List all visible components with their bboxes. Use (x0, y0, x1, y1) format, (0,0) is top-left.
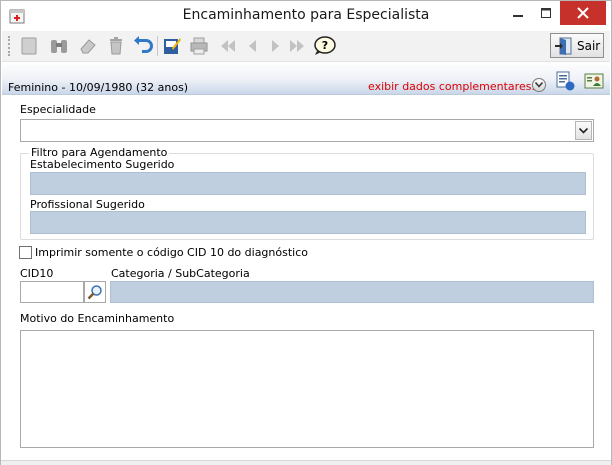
print-cid-only-checkbox[interactable] (19, 246, 32, 259)
print-button[interactable] (188, 35, 210, 57)
specialty-dropdown-button[interactable] (575, 121, 592, 140)
printer-icon (190, 37, 208, 55)
new-button[interactable] (18, 35, 40, 57)
help-button[interactable]: ? (314, 35, 336, 57)
specialty-label: Especialidade (20, 103, 96, 116)
help-icon: ? (314, 36, 336, 55)
reason-label: Motivo do Encaminhamento (20, 312, 175, 325)
next-record-button[interactable] (264, 35, 286, 57)
undo-button[interactable] (132, 35, 154, 57)
exit-door-icon (555, 37, 572, 55)
cid-search-button[interactable] (84, 281, 106, 303)
expand-complement-button[interactable] (532, 78, 546, 92)
establishment-field[interactable] (30, 172, 586, 195)
patient-info-bar: Feminino - 10/09/1980 (32 anos) exibir d… (2, 62, 610, 95)
patient-info: Feminino - 10/09/1980 (32 anos) (8, 81, 189, 94)
binoculars-icon (51, 40, 67, 53)
exit-button[interactable]: Sair (550, 33, 604, 58)
document-info-icon[interactable] (555, 71, 575, 91)
previous-record-icon (249, 40, 256, 52)
chevron-down-icon (535, 82, 543, 88)
maximize-icon (541, 8, 551, 18)
last-record-button[interactable] (286, 35, 308, 57)
complementary-data-link[interactable]: exibir dados complementares... (368, 80, 542, 93)
patient-card-icon[interactable] (584, 71, 604, 91)
chevron-down-icon (579, 127, 588, 134)
delete-button[interactable] (105, 35, 127, 57)
search-button[interactable] (48, 35, 70, 57)
establishment-label: Estabelecimento Sugerido (30, 158, 175, 171)
minimize-icon (513, 15, 523, 17)
magnifier-icon (87, 285, 102, 300)
edit-save-icon (164, 38, 181, 54)
minimize-button[interactable] (504, 1, 532, 25)
print-cid-only-label[interactable]: Imprimir somente o código CID 10 do diag… (35, 246, 308, 259)
professional-label: Profissional Sugerido (30, 198, 145, 211)
edit-button[interactable] (161, 35, 183, 57)
clear-button[interactable] (77, 35, 99, 57)
maximize-button[interactable] (532, 1, 560, 25)
exit-button-label: Sair (577, 38, 601, 53)
close-icon (577, 7, 589, 19)
cid-input[interactable] (20, 281, 84, 303)
specialty-select[interactable] (20, 119, 594, 142)
first-record-button[interactable] (217, 35, 239, 57)
toolbar-grip[interactable] (8, 36, 13, 56)
undo-icon (134, 36, 153, 53)
svg-text:?: ? (322, 39, 328, 52)
category-label: Categoria / SubCategoria (111, 267, 250, 280)
category-field[interactable] (110, 281, 594, 303)
last-record-icon (290, 40, 304, 52)
close-button[interactable] (560, 1, 606, 25)
cid-label: CID10 (20, 267, 54, 280)
next-record-icon (272, 40, 279, 52)
eraser-icon (80, 39, 96, 54)
toolbar-separator (157, 36, 158, 56)
toolbar: ? Sair (2, 31, 610, 62)
encaminhamento-window: Encaminhamento para Especialista ? Sair … (0, 0, 612, 465)
title-bar: Encaminhamento para Especialista (1, 1, 611, 31)
status-strip (1, 460, 611, 465)
professional-field[interactable] (30, 211, 586, 234)
first-record-icon (221, 40, 235, 52)
previous-record-button[interactable] (242, 35, 264, 57)
new-icon (21, 37, 37, 55)
reason-textarea[interactable] (20, 330, 594, 448)
trash-icon (110, 37, 122, 55)
